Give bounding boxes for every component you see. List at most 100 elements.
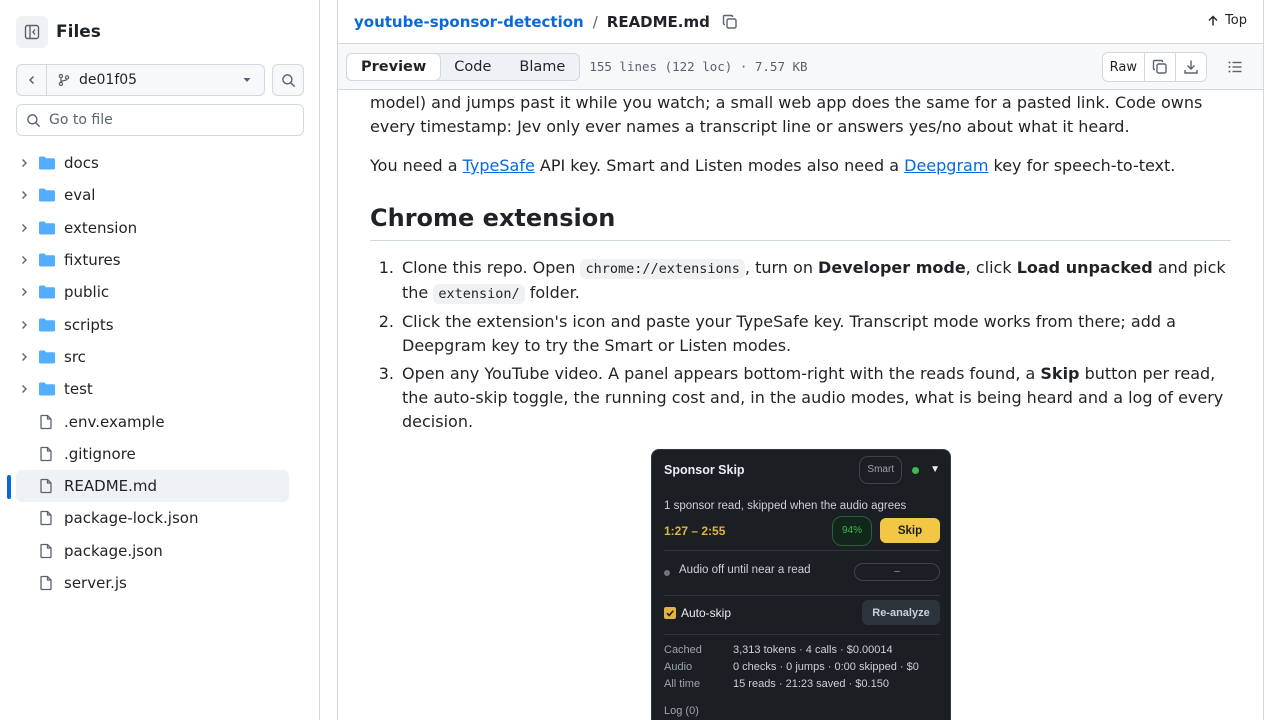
section-heading: Chrome extension xyxy=(370,202,1231,241)
bold-text: Skip xyxy=(1040,364,1080,383)
autoskip-label: Auto-skip xyxy=(681,605,732,620)
breadcrumb-separator: / xyxy=(592,12,598,31)
tree-file-gitignore[interactable]: .gitignore xyxy=(16,438,289,470)
tree-file-readme-md[interactable]: README.md xyxy=(7,469,289,503)
stats-value: 15 reads · 21:23 saved · $0.150 xyxy=(733,678,889,690)
stats-row: Cached 3,313 tokens · 4 calls · $0.00014 xyxy=(664,642,919,659)
download-icon xyxy=(1184,60,1198,74)
tree-folder-test[interactable]: test xyxy=(16,373,289,405)
chevron-right-icon[interactable] xyxy=(16,255,32,265)
tree-item-label: .env.example xyxy=(64,412,165,431)
chevron-left-icon xyxy=(28,75,34,85)
typesafe-link[interactable]: TypeSafe xyxy=(463,156,535,175)
skip-button: Skip xyxy=(880,518,940,543)
tree-folder-extension[interactable]: extension xyxy=(16,212,289,244)
folder-icon xyxy=(38,187,56,203)
go-to-file-input[interactable] xyxy=(49,112,289,128)
outline-button[interactable] xyxy=(1221,53,1249,81)
file-actions-group: Raw xyxy=(1101,52,1207,82)
chevron-right-icon[interactable] xyxy=(16,190,32,200)
raw-button[interactable]: Raw xyxy=(1103,53,1145,81)
tree-folder-scripts[interactable]: scripts xyxy=(16,308,289,340)
readme-content: model) and jumps past it while you watch… xyxy=(370,91,1231,720)
search-button[interactable] xyxy=(272,64,304,96)
file-header: youtube-sponsor-detection / README.md To… xyxy=(338,0,1263,44)
copy-icon xyxy=(722,14,737,29)
chevron-right-icon[interactable] xyxy=(16,384,32,394)
top-label: Top xyxy=(1225,13,1247,28)
tree-file-env-example[interactable]: .env.example xyxy=(16,405,289,437)
search-icon xyxy=(27,113,41,127)
bold-text: Developer mode xyxy=(818,258,966,277)
list-item: 3. Open any YouTube video. A panel appea… xyxy=(370,362,1231,434)
text: key for speech-to-text. xyxy=(988,156,1176,175)
breadcrumb-repo-link[interactable]: youtube-sponsor-detection xyxy=(354,13,584,31)
audio-status-dot xyxy=(664,570,670,576)
file-tree: docs eval extension fixtures public scripts sr… xyxy=(7,147,289,599)
step-number: 3. xyxy=(378,364,394,383)
chevron-right-icon[interactable] xyxy=(16,320,32,330)
folder-icon xyxy=(38,284,56,300)
tree-file-server-js[interactable]: server.js xyxy=(16,567,289,599)
branch-name: de01f05 xyxy=(79,72,138,88)
tree-folder-public[interactable]: public xyxy=(16,276,289,308)
file-tree-sidebar: Files de01f05 docsevalexten xyxy=(0,0,320,720)
confidence-badge: 94% xyxy=(831,515,872,546)
tab-code[interactable]: Code xyxy=(440,54,505,80)
tree-item-label: extension xyxy=(64,218,138,237)
top-link[interactable]: Top xyxy=(1207,13,1247,28)
sidebar-title: Files xyxy=(56,22,101,42)
go-to-file-field[interactable] xyxy=(16,104,304,136)
sponsor-skip-panel-image: Sponsor Skip Smart ▼ 1 sponsor read, ski… xyxy=(651,449,951,720)
copy-raw-button[interactable] xyxy=(1145,53,1176,81)
back-button[interactable] xyxy=(17,65,47,95)
chevron-right-icon[interactable] xyxy=(16,158,32,168)
sidebar-header: Files xyxy=(16,16,101,48)
folder-icon xyxy=(38,220,56,236)
tree-item-label: docs xyxy=(64,154,99,173)
branch-selector[interactable]: de01f05 xyxy=(16,64,265,96)
status-dot xyxy=(912,466,920,474)
file-meta: 155 lines (122 loc) · 7.57 KB xyxy=(589,59,808,74)
deepgram-link[interactable]: Deepgram xyxy=(904,156,988,175)
stats-value: 3,313 tokens · 4 calls · $0.00014 xyxy=(733,644,893,656)
divider xyxy=(664,634,940,635)
tree-item-label: package-lock.json xyxy=(64,509,199,528)
file-icon xyxy=(38,446,56,462)
folder-icon xyxy=(38,349,56,365)
tree-item-label: test xyxy=(64,380,93,399)
tree-file-package-json[interactable]: package.json xyxy=(16,535,289,567)
chevron-right-icon[interactable] xyxy=(16,223,32,233)
sponsor-read-row: 1:27 – 2:55 94% Skip xyxy=(664,515,940,546)
chevron-right-icon[interactable] xyxy=(16,287,32,297)
tree-folder-fixtures[interactable]: fixtures xyxy=(16,244,289,276)
list-item: 1. Clone this repo. Open chrome://extens… xyxy=(370,256,1231,306)
sidebar-collapse-icon xyxy=(24,24,40,40)
checkbox-checked-icon xyxy=(664,606,676,619)
text: Open any YouTube video. A panel appears … xyxy=(402,364,1041,383)
tab-preview[interactable]: Preview xyxy=(346,52,442,81)
audio-status-text: Audio off until near a read xyxy=(679,564,811,576)
stats-key: All time xyxy=(664,678,701,690)
copy-path-button[interactable] xyxy=(722,14,738,30)
chevron-right-icon[interactable] xyxy=(16,352,32,362)
tree-folder-eval[interactable]: eval xyxy=(16,179,289,211)
tree-folder-src[interactable]: src xyxy=(16,341,289,373)
tree-folder-docs[interactable]: docs xyxy=(16,147,289,179)
folder-icon xyxy=(38,252,56,268)
mode-badge: Smart xyxy=(859,456,903,484)
divider xyxy=(664,595,940,596)
tree-file-package-lock-json[interactable]: package-lock.json xyxy=(16,502,289,534)
git-branch-icon xyxy=(58,73,70,87)
arrow-up-icon xyxy=(1208,15,1218,25)
tree-item-label: src xyxy=(64,347,86,366)
panel-title: Sponsor Skip xyxy=(664,463,745,477)
step-number: 2. xyxy=(378,312,394,331)
view-mode-tabs: Preview Code Blame xyxy=(346,52,581,81)
tab-blame[interactable]: Blame xyxy=(505,54,579,80)
search-icon xyxy=(281,73,295,87)
stats-value: 0 checks · 0 jumps · 0:00 skipped · $0 xyxy=(733,661,919,673)
download-button[interactable] xyxy=(1176,53,1206,81)
collapse-sidebar-button[interactable] xyxy=(16,16,48,48)
file-icon xyxy=(38,575,56,591)
